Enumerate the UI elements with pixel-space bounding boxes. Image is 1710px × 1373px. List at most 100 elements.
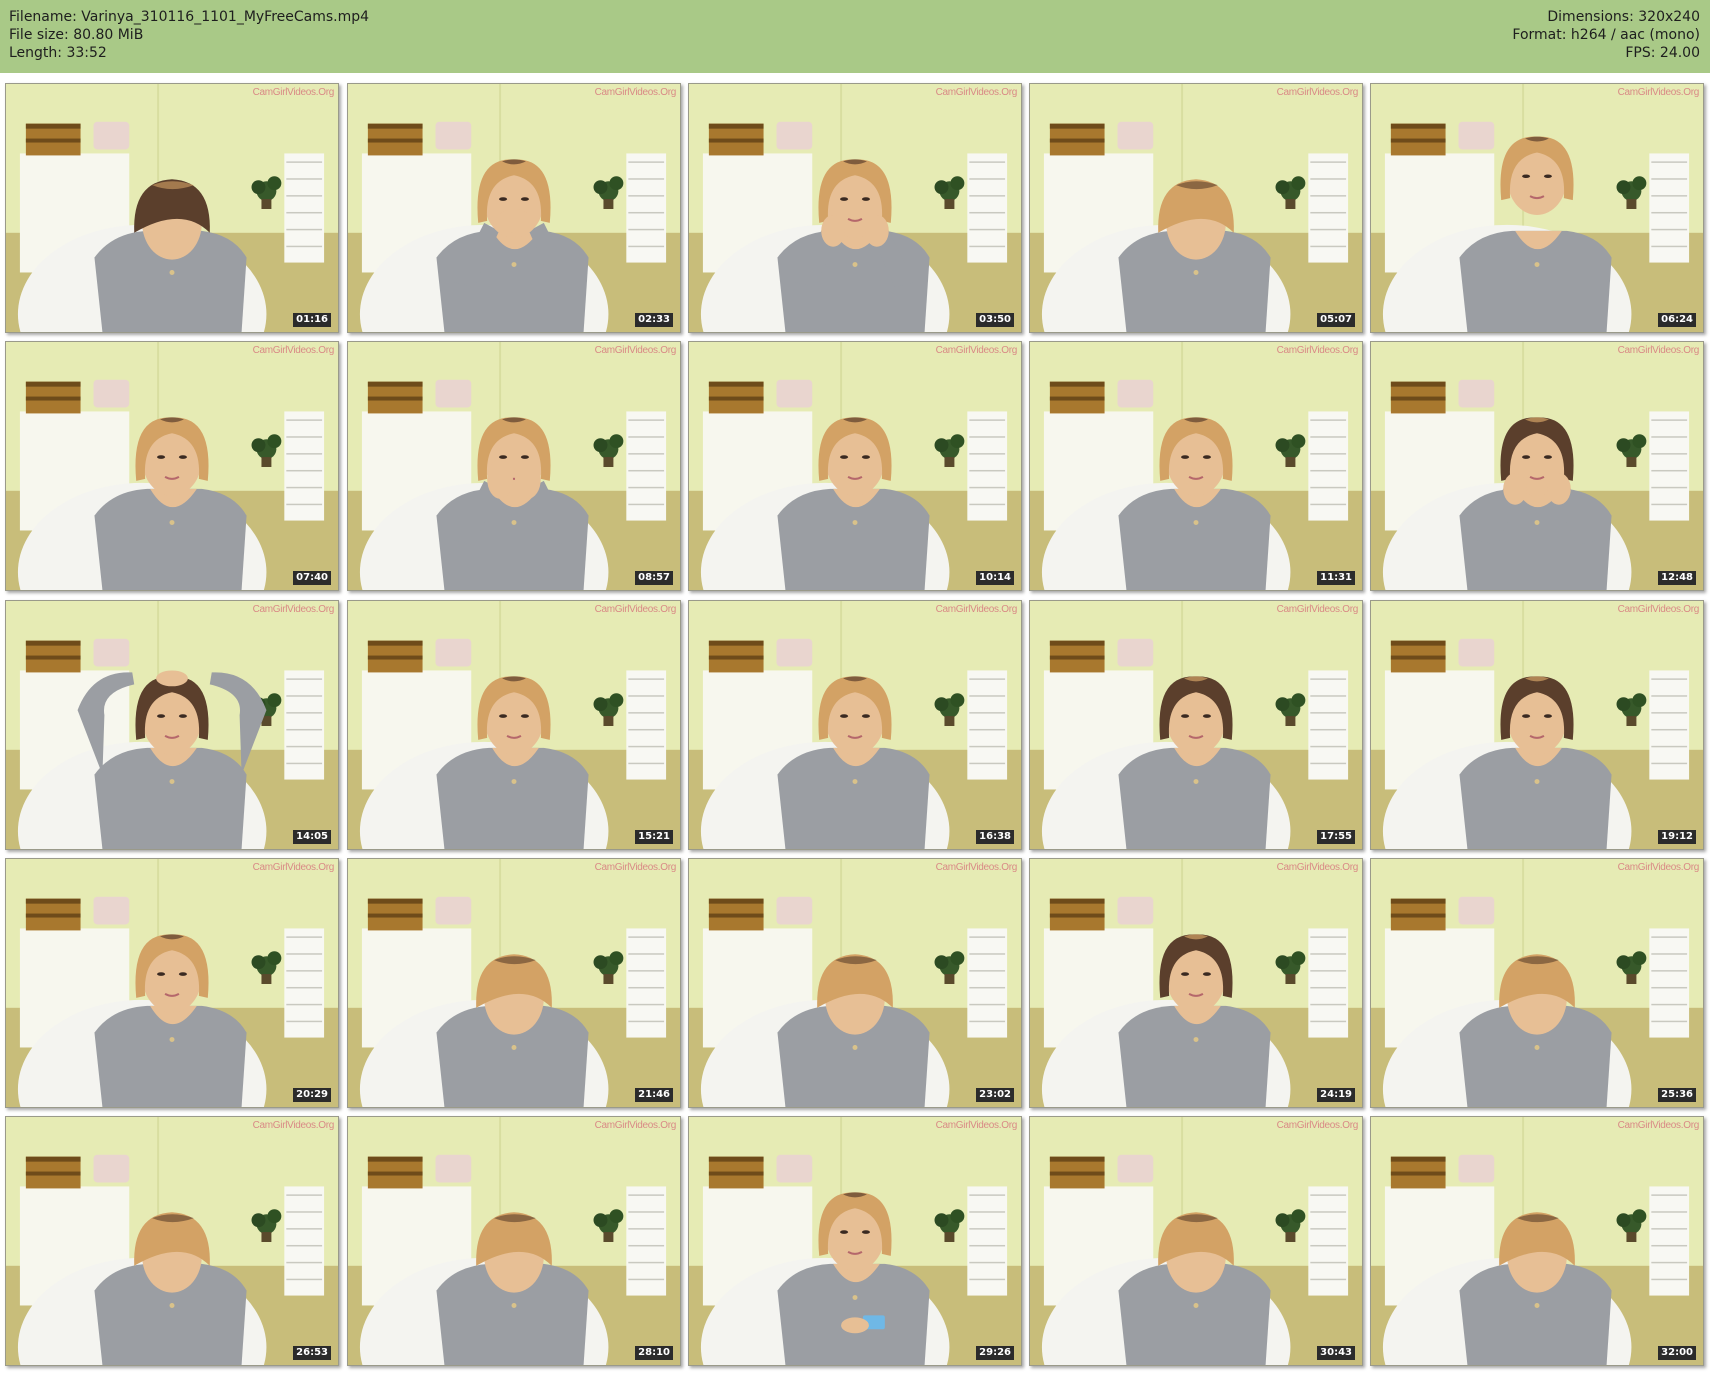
- watermark-text: CamGirlVideos.Org: [935, 345, 1018, 356]
- video-frame-image: [348, 1117, 680, 1365]
- thumbnail: CamGirlVideos.Org 10:14: [688, 341, 1022, 591]
- watermark-text: CamGirlVideos.Org: [1276, 604, 1359, 615]
- timestamp-badge: 07:40: [293, 571, 331, 585]
- timestamp-badge: 06:24: [1658, 313, 1696, 327]
- watermark-text: CamGirlVideos.Org: [1617, 862, 1700, 873]
- thumbnail: CamGirlVideos.Org 32:00: [1370, 1116, 1704, 1366]
- thumbnail: CamGirlVideos.Org 23:02: [688, 858, 1022, 1108]
- timestamp-badge: 02:33: [635, 313, 673, 327]
- watermark-text: CamGirlVideos.Org: [1276, 87, 1359, 98]
- timestamp-badge: 23:02: [976, 1088, 1014, 1102]
- thumbnail: CamGirlVideos.Org 28:10: [347, 1116, 681, 1366]
- thumbnail: CamGirlVideos.Org 01:16: [5, 83, 339, 333]
- timestamp-badge: 20:29: [293, 1088, 331, 1102]
- watermark-text: CamGirlVideos.Org: [1276, 862, 1359, 873]
- watermark-text: CamGirlVideos.Org: [1276, 345, 1359, 356]
- video-frame-image: [1371, 1117, 1703, 1365]
- video-frame-image: [689, 342, 1021, 590]
- thumbnail: CamGirlVideos.Org 30:43: [1029, 1116, 1363, 1366]
- timestamp-badge: 05:07: [1317, 313, 1355, 327]
- video-frame-image: [1030, 342, 1362, 590]
- timestamp-badge: 24:19: [1317, 1088, 1355, 1102]
- thumbnail: CamGirlVideos.Org 08:57: [347, 341, 681, 591]
- thumbnail: CamGirlVideos.Org 21:46: [347, 858, 681, 1108]
- watermark-text: CamGirlVideos.Org: [1617, 1120, 1700, 1131]
- video-frame-image: [1371, 601, 1703, 849]
- watermark-text: CamGirlVideos.Org: [252, 1120, 335, 1131]
- thumbnail: CamGirlVideos.Org 07:40: [5, 341, 339, 591]
- thumbnail: CamGirlVideos.Org 02:33: [347, 83, 681, 333]
- timestamp-badge: 32:00: [1658, 1346, 1696, 1360]
- thumbnail: CamGirlVideos.Org 20:29: [5, 858, 339, 1108]
- timestamp-badge: 03:50: [976, 313, 1014, 327]
- video-frame-image: [6, 859, 338, 1107]
- thumbnail: CamGirlVideos.Org 17:55: [1029, 600, 1363, 850]
- timestamp-badge: 01:16: [293, 313, 331, 327]
- video-frame-image: [1030, 1117, 1362, 1365]
- video-frame-image: [689, 84, 1021, 332]
- watermark-text: CamGirlVideos.Org: [1617, 604, 1700, 615]
- timestamp-badge: 21:46: [635, 1088, 673, 1102]
- timestamp-badge: 14:05: [293, 830, 331, 844]
- video-frame-image: [1030, 84, 1362, 332]
- thumbnail-grid: CamGirlVideos.Org 01:16 CamGirlVideos.Org 0…: [0, 0, 1710, 1373]
- video-frame-image: [1030, 859, 1362, 1107]
- timestamp-badge: 19:12: [1658, 830, 1696, 844]
- watermark-text: CamGirlVideos.Org: [935, 1120, 1018, 1131]
- thumbnail: CamGirlVideos.Org 03:50: [688, 83, 1022, 333]
- watermark-text: CamGirlVideos.Org: [252, 345, 335, 356]
- video-frame-image: [6, 342, 338, 590]
- video-frame-image: [6, 84, 338, 332]
- watermark-text: CamGirlVideos.Org: [594, 604, 677, 615]
- thumbnail: CamGirlVideos.Org 29:26: [688, 1116, 1022, 1366]
- timestamp-badge: 15:21: [635, 830, 673, 844]
- timestamp-badge: 10:14: [976, 571, 1014, 585]
- watermark-text: CamGirlVideos.Org: [935, 862, 1018, 873]
- timestamp-badge: 29:26: [976, 1346, 1014, 1360]
- video-frame-image: [1371, 342, 1703, 590]
- video-frame-image: [1030, 601, 1362, 849]
- thumbnail: CamGirlVideos.Org 25:36: [1370, 858, 1704, 1108]
- thumbnail: CamGirlVideos.Org 15:21: [347, 600, 681, 850]
- watermark-text: CamGirlVideos.Org: [1276, 1120, 1359, 1131]
- watermark-text: CamGirlVideos.Org: [252, 87, 335, 98]
- thumbnail: CamGirlVideos.Org 06:24: [1370, 83, 1704, 333]
- watermark-text: CamGirlVideos.Org: [252, 862, 335, 873]
- watermark-text: CamGirlVideos.Org: [594, 862, 677, 873]
- video-frame-image: [348, 601, 680, 849]
- timestamp-badge: 26:53: [293, 1346, 331, 1360]
- video-frame-image: [689, 1117, 1021, 1365]
- thumbnail: CamGirlVideos.Org 16:38: [688, 600, 1022, 850]
- watermark-text: CamGirlVideos.Org: [1617, 87, 1700, 98]
- timestamp-badge: 12:48: [1658, 571, 1696, 585]
- video-frame-image: [348, 342, 680, 590]
- thumbnail: CamGirlVideos.Org 14:05: [5, 600, 339, 850]
- video-frame-image: [1371, 84, 1703, 332]
- video-frame-image: [6, 601, 338, 849]
- thumbnail: CamGirlVideos.Org 05:07: [1029, 83, 1363, 333]
- thumbnail: CamGirlVideos.Org 24:19: [1029, 858, 1363, 1108]
- timestamp-badge: 08:57: [635, 571, 673, 585]
- video-frame-image: [1371, 859, 1703, 1107]
- timestamp-badge: 25:36: [1658, 1088, 1696, 1102]
- thumbnail: CamGirlVideos.Org 12:48: [1370, 341, 1704, 591]
- video-frame-image: [689, 601, 1021, 849]
- timestamp-badge: 28:10: [635, 1346, 673, 1360]
- timestamp-badge: 30:43: [1317, 1346, 1355, 1360]
- timestamp-badge: 16:38: [976, 830, 1014, 844]
- video-frame-image: [348, 84, 680, 332]
- watermark-text: CamGirlVideos.Org: [252, 604, 335, 615]
- watermark-text: CamGirlVideos.Org: [935, 87, 1018, 98]
- thumbnail: CamGirlVideos.Org 26:53: [5, 1116, 339, 1366]
- timestamp-badge: 11:31: [1317, 571, 1355, 585]
- video-frame-image: [689, 859, 1021, 1107]
- watermark-text: CamGirlVideos.Org: [1617, 345, 1700, 356]
- watermark-text: CamGirlVideos.Org: [594, 1120, 677, 1131]
- timestamp-badge: 17:55: [1317, 830, 1355, 844]
- video-frame-image: [6, 1117, 338, 1365]
- thumbnail: CamGirlVideos.Org 19:12: [1370, 600, 1704, 850]
- watermark-text: CamGirlVideos.Org: [594, 345, 677, 356]
- thumbnail: CamGirlVideos.Org 11:31: [1029, 341, 1363, 591]
- watermark-text: CamGirlVideos.Org: [594, 87, 677, 98]
- video-frame-image: [348, 859, 680, 1107]
